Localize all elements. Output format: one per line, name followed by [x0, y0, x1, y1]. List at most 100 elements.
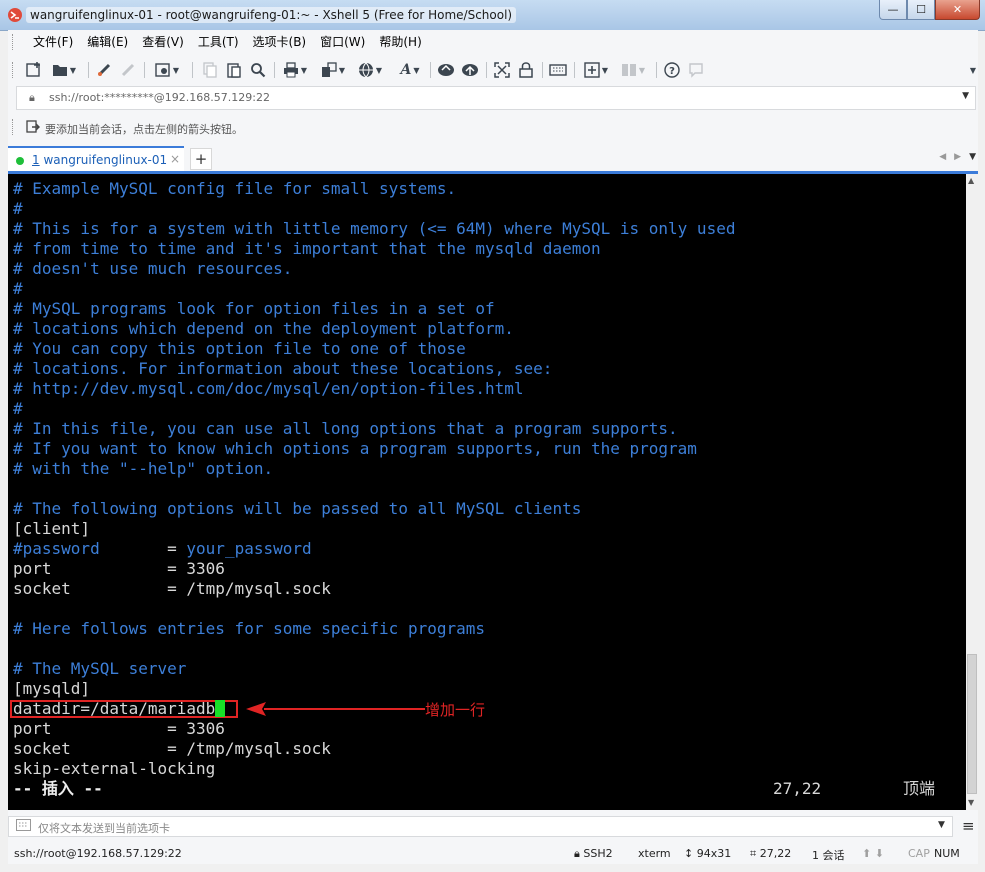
- menu-item[interactable]: 帮助(H): [372, 35, 428, 49]
- terminal-line: port = 3306: [13, 559, 225, 578]
- terminal-line: # from time to time and it's important t…: [13, 239, 601, 258]
- status-term: xterm: [638, 847, 671, 860]
- transfer-icon[interactable]: ▼: [316, 60, 350, 80]
- send-placeholder: 仅将文本发送到当前选项卡: [38, 822, 170, 835]
- menu-items: 文件(F) 编辑(E) 查看(V) 工具(T) 选项卡(B) 窗口(W) 帮助(H): [26, 35, 429, 49]
- text-cursor: [215, 700, 226, 717]
- menu-item[interactable]: 选项卡(B): [246, 35, 314, 49]
- scroll-up-icon[interactable]: ▲: [968, 176, 974, 185]
- toolbar-separator: [192, 62, 193, 78]
- send-bar: 仅将文本发送到当前选项卡 ▼ ≡: [8, 816, 978, 838]
- globe-icon[interactable]: ▼: [354, 60, 386, 80]
- vim-scroll-position: 顶端: [903, 779, 936, 798]
- terminal-line: # The MySQL server: [13, 659, 187, 678]
- status-cap: CAP: [908, 847, 930, 860]
- print-icon[interactable]: ▼: [280, 60, 310, 80]
- cursor-icon: ⌗: [750, 847, 757, 860]
- terminal-screen[interactable]: 增加一行 # Example MySQL config file for sma…: [8, 174, 966, 810]
- keyboard-icon[interactable]: [548, 60, 568, 80]
- hint-grip: [12, 119, 15, 135]
- hint-text: 要添加当前会话，点击左侧的箭头按钮。: [45, 123, 243, 136]
- address-bar[interactable]: 🔒︎ ssh://root:*********@192.168.57.129:2…: [16, 86, 976, 110]
- tab-prev-icon[interactable]: ◀: [939, 152, 946, 162]
- terminal-line: #password = your_password: [13, 539, 312, 558]
- copy-icon[interactable]: [200, 60, 220, 80]
- terminal-line: # http://dev.mysql.com/doc/mysql/en/opti…: [13, 379, 524, 398]
- terminal-line: # You can copy this option file to one o…: [13, 339, 466, 358]
- tab-session[interactable]: 1 wangruifenglinux-01 ×: [8, 146, 184, 172]
- menu-item[interactable]: 文件(F): [26, 35, 80, 49]
- window-title: wangruifenglinux-01 - root@wangruifeng-0…: [26, 7, 517, 23]
- chat-icon[interactable]: [686, 60, 706, 80]
- svg-text:?: ?: [669, 66, 675, 77]
- add-session-arrow-icon[interactable]: [26, 120, 41, 137]
- close-tab-icon[interactable]: ×: [170, 152, 180, 166]
- lock-icon[interactable]: [516, 60, 536, 80]
- terminal-line: # Example MySQL config file for small sy…: [13, 179, 457, 198]
- vim-cursor-position: 27,22: [773, 779, 822, 798]
- scroll-thumb[interactable]: [967, 654, 977, 794]
- terminal-line: # Here follows entries for some specific…: [13, 619, 486, 638]
- terminal-line: [mysqld]: [13, 679, 91, 698]
- find-icon[interactable]: [248, 60, 268, 80]
- new-session-icon[interactable]: [24, 60, 44, 80]
- status-num: NUM: [934, 847, 960, 860]
- open-folder-icon[interactable]: ▼: [48, 60, 80, 80]
- terminal-line: datadir=/data/mariadb: [13, 699, 226, 719]
- app-frame: 文件(F) 编辑(E) 查看(V) 工具(T) 选项卡(B) 窗口(W) 帮助(H) ▼ ▼: [8, 30, 978, 864]
- layout-icon[interactable]: ▼: [616, 60, 650, 80]
- xftp2-icon[interactable]: [460, 60, 480, 80]
- help-icon[interactable]: ?: [662, 60, 682, 80]
- terminal-line: #: [13, 199, 23, 218]
- tab-list-icon[interactable]: ▼: [969, 152, 976, 162]
- vim-mode-indicator: -- 插入 --: [13, 779, 103, 798]
- compose-icon[interactable]: ▼: [580, 60, 612, 80]
- toolbar-overflow-icon[interactable]: ▼: [968, 60, 978, 80]
- menu-bar: 文件(F) 编辑(E) 查看(V) 工具(T) 选项卡(B) 窗口(W) 帮助(H): [8, 30, 978, 54]
- chevron-down-icon[interactable]: ▼: [938, 820, 945, 830]
- annotation-label: 增加一行: [425, 701, 486, 719]
- menu-item[interactable]: 查看(V): [135, 35, 191, 49]
- scroll-down-icon[interactable]: ▼: [968, 798, 974, 807]
- terminal-line: # with the "--help" option.: [13, 459, 274, 478]
- disconnect-icon[interactable]: [118, 60, 138, 80]
- tab-nav: ◀ ▶ ▼: [939, 152, 976, 162]
- hint-bar: 要添加当前会话，点击左侧的箭头按钮。: [8, 114, 978, 140]
- toolbar-separator: [144, 62, 145, 78]
- chevron-down-icon[interactable]: ▼: [962, 91, 969, 101]
- minimize-button[interactable]: —: [879, 0, 907, 20]
- terminal-line: #: [13, 399, 23, 418]
- status-size: ↕︎ 94x31: [684, 847, 732, 860]
- toolbar-separator: [88, 62, 89, 78]
- maximize-button[interactable]: ☐: [907, 0, 935, 20]
- fullscreen-icon[interactable]: [492, 60, 512, 80]
- lock-icon: 🔒︎: [29, 91, 35, 104]
- close-button[interactable]: ✕: [935, 0, 980, 20]
- toolbar-separator: [274, 62, 275, 78]
- terminal-line: # In this file, you can use all long opt…: [13, 419, 678, 438]
- terminal-line: # locations which depend on the deployme…: [13, 319, 514, 338]
- menu-item[interactable]: 编辑(E): [80, 35, 135, 49]
- resize-icon: ↕︎: [684, 847, 694, 860]
- new-tab-button[interactable]: +: [190, 148, 212, 170]
- tab-next-icon[interactable]: ▶: [954, 152, 961, 162]
- terminal-line: # This is for a system with little memor…: [13, 219, 736, 238]
- terminal-line: [client]: [13, 519, 91, 538]
- status-bar: ssh://root@192.168.57.129:22 🔒︎ SSH2 xte…: [8, 842, 978, 864]
- paste-icon[interactable]: [224, 60, 244, 80]
- font-icon[interactable]: A ▼: [394, 60, 426, 80]
- menu-item[interactable]: 工具(T): [191, 35, 246, 49]
- toolbar-separator: [430, 62, 431, 78]
- menu-item[interactable]: 窗口(W): [313, 35, 372, 49]
- properties-icon[interactable]: ▼: [150, 60, 184, 80]
- status-dot-icon: [16, 157, 24, 165]
- connect-icon[interactable]: [94, 60, 114, 80]
- xshell-logo-icon: [8, 8, 22, 22]
- annotation-arrow-icon: [246, 702, 425, 716]
- xftp-icon[interactable]: [436, 60, 456, 80]
- scroll-arrows-icon: ⬆ ⬇: [862, 847, 884, 860]
- menu-icon[interactable]: ≡: [962, 817, 975, 835]
- terminal-line: # doesn't use much resources.: [13, 259, 293, 278]
- terminal-scrollbar[interactable]: ▲ ▼: [966, 174, 978, 810]
- terminal-line: # locations. For information about these…: [13, 359, 553, 378]
